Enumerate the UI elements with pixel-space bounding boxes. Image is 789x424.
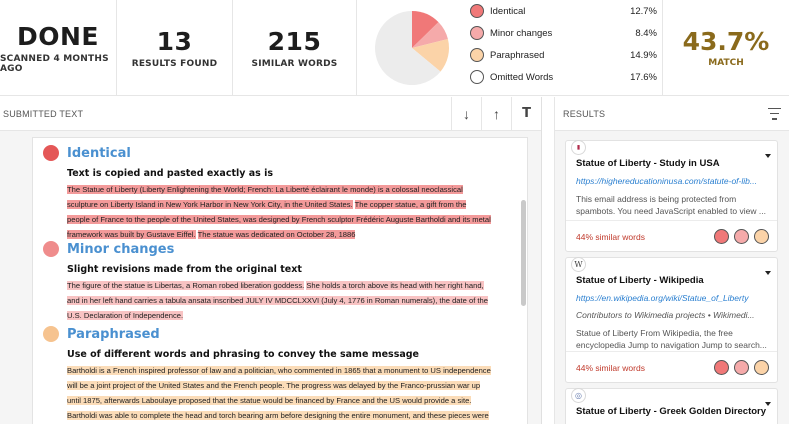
legend-value: 8.4% — [635, 27, 657, 39]
result-card[interactable]: ◎ Statue of Liberty - Greek Golden Direc… — [565, 388, 778, 424]
identical-dot — [43, 145, 59, 161]
result-author: Contributors to Wikimedia projects • Wik… — [576, 310, 755, 320]
paraphrased-swatch — [470, 48, 484, 62]
legend-label: Minor changes — [490, 27, 553, 39]
legend-item-identical: Identical 12.7% — [467, 0, 662, 22]
paraphrased-dot — [43, 326, 59, 342]
status-label: SCANNED 4 MONTHS AGO — [0, 53, 109, 74]
pie-chart-svg — [375, 11, 449, 85]
document-scrollbar[interactable] — [519, 138, 527, 424]
submitted-text-title: SUBMITTED TEXT — [3, 108, 84, 119]
globe-icon: ◎ — [571, 388, 586, 403]
section-subtitle: Use of different words and phrasing to c… — [67, 349, 420, 360]
submitted-text-panel: SUBMITTED TEXT ↓ ↑ T Identical Text is c… — [0, 96, 542, 424]
section-subtitle: Slight revisions made from the original … — [67, 264, 302, 275]
section-identical: Identical Text is copied and pasted exac… — [33, 143, 521, 242]
section-text: The Statue of Liberty (Liberty Enlighten… — [67, 182, 491, 242]
similar-words-percent: 44% similar words — [576, 362, 645, 373]
results-label: RESULTS FOUND — [131, 58, 218, 69]
paraphrased-match[interactable]: Bartholdi is a French inspired professor… — [67, 366, 491, 424]
results-panel: RESULTS ▮ Statue of Liberty - Study in U… — [554, 97, 789, 424]
minor-change-match[interactable]: The figure of the statue is Libertas, a … — [67, 281, 305, 290]
pie-chart — [357, 0, 467, 96]
result-title[interactable]: Statue of Liberty - Greek Golden Directo… — [576, 406, 766, 417]
omitted-words-swatch — [470, 70, 484, 84]
result-card[interactable]: W Statue of Liberty - Wikipedia https://… — [565, 257, 778, 383]
results-count: 13 — [156, 26, 193, 56]
match-percent: 43.7% — [682, 26, 770, 56]
legend-label: Paraphrased — [490, 49, 545, 61]
section-title: Minor changes — [67, 241, 175, 257]
legend-item-omitted-words: Omitted Words 17.6% — [467, 66, 662, 88]
text-size-icon: T — [522, 106, 531, 121]
result-title[interactable]: Statue of Liberty - Wikipedia — [576, 275, 704, 286]
legend: Identical 12.7% Minor changes 8.4% Parap… — [467, 0, 663, 95]
chevron-down-icon[interactable] — [765, 154, 771, 158]
words-count: 215 — [267, 26, 322, 56]
paraphrased-indicator — [754, 229, 769, 244]
result-snippet: This email address is being protected fr… — [576, 194, 766, 216]
result-url[interactable]: https://highereducationinusa.com/statute… — [576, 176, 770, 186]
previous-match-button[interactable]: ↑ — [481, 96, 511, 131]
result-footer: 44% similar words — [566, 351, 777, 383]
arrow-down-icon: ↓ — [463, 105, 470, 122]
section-subtitle: Text is copied and pasted exactly as is — [67, 168, 274, 179]
paraphrased-indicator — [754, 360, 769, 375]
results-title: RESULTS — [563, 108, 606, 119]
legend-value: 14.9% — [630, 49, 657, 61]
result-url[interactable]: https://en.wikipedia.org/wiki/Statue_of_… — [576, 293, 770, 303]
similar-words-percent: 44% similar words — [576, 231, 645, 242]
section-header: Minor changes — [33, 239, 521, 259]
section-text: The figure of the statue is Libertas, a … — [67, 278, 491, 323]
identical-swatch — [470, 4, 484, 18]
submitted-text-header: SUBMITTED TEXT ↓ ↑ T — [0, 96, 541, 131]
minor-changes-indicator — [734, 229, 749, 244]
result-title[interactable]: Statue of Liberty - Study in USA — [576, 158, 720, 169]
filter-icon[interactable] — [767, 107, 781, 120]
legend-item-paraphrased: Paraphrased 14.9% — [467, 44, 662, 66]
section-text: Bartholdi is a French inspired professor… — [67, 363, 491, 424]
minor-changes-indicator — [734, 360, 749, 375]
identical-indicator — [714, 229, 729, 244]
legend-label: Identical — [490, 5, 526, 17]
match-stat: 43.7% MATCH — [663, 0, 789, 95]
identical-indicator — [714, 360, 729, 375]
scrollbar-thumb[interactable] — [521, 200, 526, 306]
chevron-down-icon[interactable] — [765, 271, 771, 275]
words-stat: 215 SIMILAR WORDS — [233, 0, 357, 96]
status-value: DONE — [16, 21, 99, 51]
document-view[interactable]: Identical Text is copied and pasted exac… — [32, 137, 528, 424]
section-minor-changes: Minor changes Slight revisions made from… — [33, 239, 521, 323]
section-header: Paraphrased — [33, 324, 521, 344]
identical-match[interactable]: The statue was dedicated on October 28, … — [197, 230, 356, 239]
legend-value: 12.7% — [630, 5, 657, 17]
minor-changes-swatch — [470, 26, 484, 40]
section-title: Identical — [67, 145, 131, 161]
text-format-button[interactable]: T — [511, 96, 541, 131]
wikipedia-favicon-icon: W — [571, 257, 586, 272]
section-title: Paraphrased — [67, 326, 160, 342]
results-stat: 13 RESULTS FOUND — [117, 0, 233, 96]
site-favicon-icon: ▮ — [571, 140, 586, 155]
result-card[interactable]: ▮ Statue of Liberty - Study in USA https… — [565, 140, 778, 252]
match-label: MATCH — [708, 57, 744, 68]
section-paraphrased: Paraphrased Use of different words and p… — [33, 324, 521, 424]
next-match-button[interactable]: ↓ — [451, 96, 481, 131]
legend-value: 17.6% — [630, 71, 657, 83]
result-footer: 44% similar words — [566, 220, 777, 252]
minor-changes-dot — [43, 241, 59, 257]
summary-bar: DONE SCANNED 4 MONTHS AGO 13 RESULTS FOU… — [0, 0, 789, 96]
section-header: Identical — [33, 143, 521, 163]
legend-label: Omitted Words — [490, 71, 554, 83]
result-snippet: Statue of Liberty From Wikipedia, the fr… — [576, 328, 767, 350]
words-label: SIMILAR WORDS — [251, 58, 338, 69]
legend-item-minor-changes: Minor changes 8.4% — [467, 22, 662, 44]
arrow-up-icon: ↑ — [493, 105, 500, 122]
results-header: RESULTS — [555, 97, 789, 131]
status-stat: DONE SCANNED 4 MONTHS AGO — [0, 0, 117, 96]
